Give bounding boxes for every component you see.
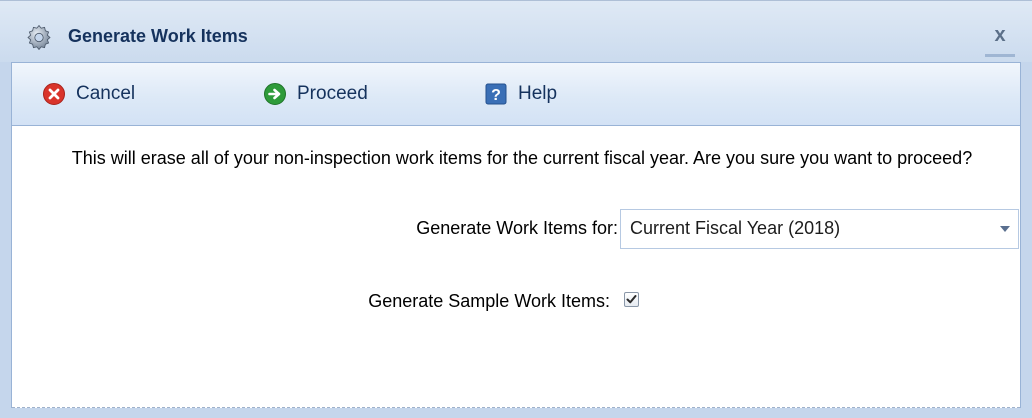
sample-work-items-checkbox[interactable]	[624, 292, 639, 307]
help-label: Help	[518, 83, 558, 104]
footer-divider	[12, 406, 1020, 408]
help-button[interactable]: ? Help	[485, 63, 557, 125]
cancel-x-icon	[43, 83, 65, 105]
chevron-down-icon[interactable]	[1000, 226, 1010, 232]
sample-work-items-label: Generate Sample Work Items:	[368, 291, 610, 311]
svg-text:?: ?	[491, 87, 501, 104]
arrow-right-icon	[264, 83, 286, 105]
proceed-label: Proceed	[297, 83, 368, 104]
generate-work-items-dialog: Generate Work Items x Cancel Proceed ? H…	[0, 0, 1032, 418]
title-bar[interactable]: Generate Work Items x	[0, 0, 1032, 62]
proceed-button[interactable]: Proceed	[264, 63, 368, 125]
cancel-button[interactable]: Cancel	[43, 63, 135, 125]
dialog-title: Generate Work Items	[68, 26, 248, 46]
checkmark-icon	[626, 295, 637, 304]
gear-icon	[26, 24, 52, 51]
dialog-content: This will erase all of your non-inspecti…	[11, 126, 1021, 408]
toolbar: Cancel Proceed ? Help	[11, 62, 1021, 126]
close-button[interactable]: x	[985, 19, 1015, 57]
close-icon: x	[994, 24, 1006, 46]
fiscal-year-select-value: Current Fiscal Year (2018)	[630, 218, 841, 238]
fiscal-year-select[interactable]: Current Fiscal Year (2018)	[620, 209, 1019, 249]
cancel-label: Cancel	[76, 83, 136, 104]
generate-for-label: Generate Work Items for:	[416, 218, 618, 238]
question-icon: ?	[485, 83, 507, 105]
warning-message: This will erase all of your non-inspecti…	[71, 148, 973, 168]
